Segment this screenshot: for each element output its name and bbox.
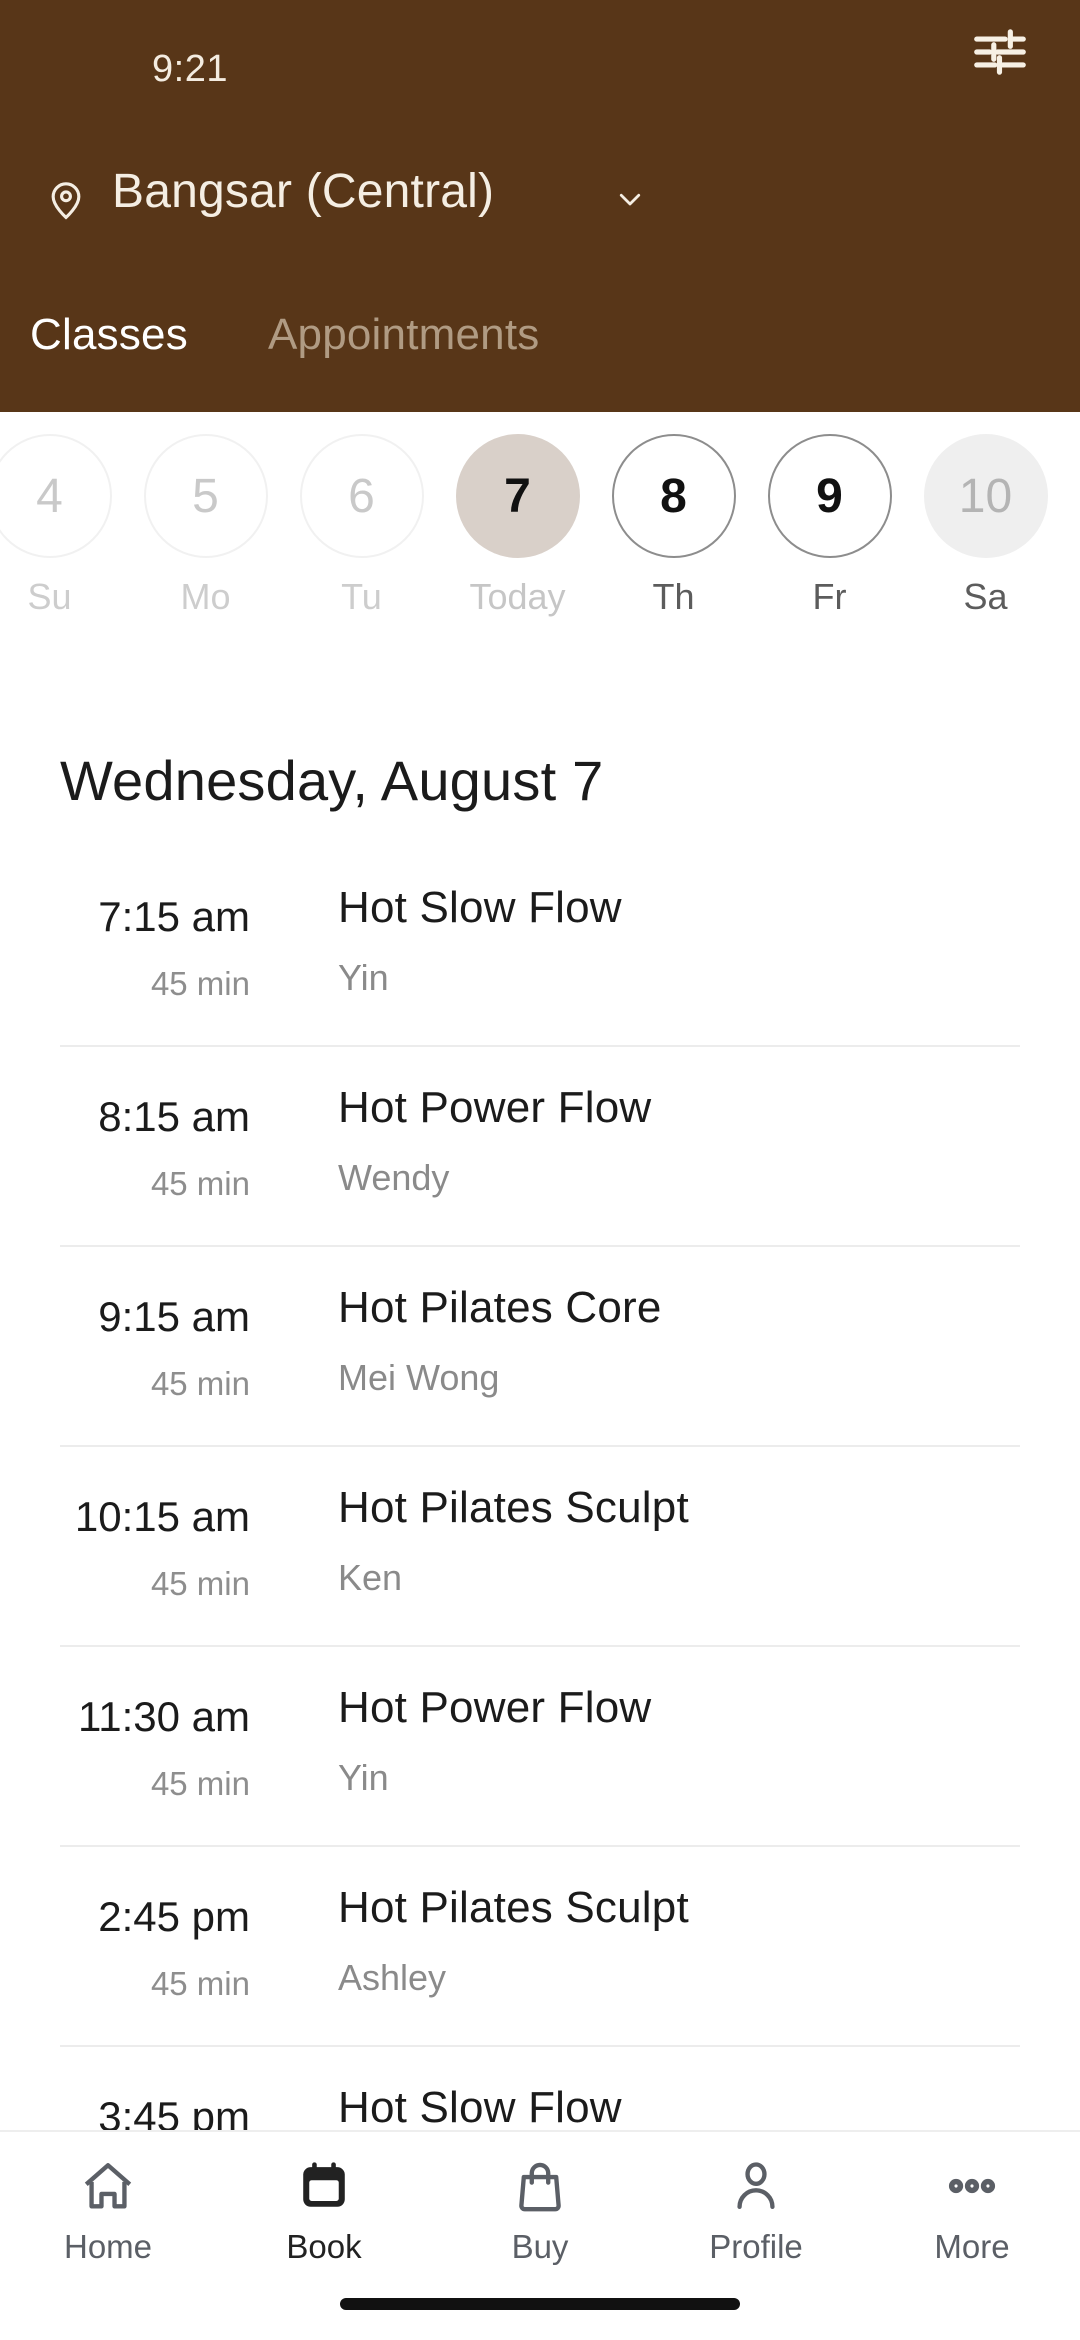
person-icon: [724, 2154, 788, 2218]
class-name: Hot Power Flow: [338, 1083, 652, 1132]
status-bar: 9:21: [0, 0, 1080, 110]
class-list[interactable]: 7:15 am 45 min Hot Slow Flow Yin 8:15 am…: [0, 845, 1080, 2130]
nav-item-buy[interactable]: Buy: [432, 2154, 648, 2284]
class-instructor: Yin: [338, 1757, 389, 1798]
nav-label: Buy: [511, 2228, 569, 2265]
nav-label: Book: [286, 2228, 362, 2265]
date-day-label: Su: [27, 576, 72, 617]
class-name: Hot Slow Flow: [338, 883, 622, 932]
class-instructor: Wendy: [338, 1157, 450, 1198]
nav-label: Home: [63, 2228, 153, 2265]
date-day-label: Mo: [180, 576, 231, 617]
location-pin-icon: [44, 172, 88, 228]
class-row[interactable]: 8:15 am 45 min Hot Power Flow Wendy: [0, 1045, 1080, 1245]
class-duration: 45 min: [150, 1165, 250, 1202]
home-indicator: [340, 2298, 740, 2310]
nav-item-home[interactable]: Home: [0, 2154, 216, 2284]
date-cell-7-today[interactable]: 7 Today: [440, 434, 595, 664]
nav-label: More: [934, 2228, 1010, 2265]
row-divider: [60, 1645, 1020, 1647]
class-duration: 45 min: [150, 1365, 250, 1402]
status-bar-time: 9:21: [152, 48, 228, 90]
nav-label: Profile: [709, 2228, 803, 2265]
date-number: 4: [0, 434, 112, 558]
class-duration: 45 min: [150, 1965, 250, 2002]
date-day-label: Fr: [812, 576, 847, 617]
row-divider: [60, 1445, 1020, 1447]
app-screen: 9:21 Bangsar (Central) Classes Appointme…: [0, 0, 1080, 2340]
row-divider: [60, 1045, 1020, 1047]
date-day-label: Th: [652, 576, 695, 617]
app-header: 9:21 Bangsar (Central) Classes Appointme…: [0, 0, 1080, 412]
class-name: Hot Pilates Sculpt: [338, 1883, 689, 1932]
date-cell-8[interactable]: 8 Th: [596, 434, 751, 664]
class-time: 9:15 am: [98, 1293, 250, 1340]
bottom-navigation: Home Book Buy Profile More: [0, 2130, 1080, 2340]
nav-item-profile[interactable]: Profile: [648, 2154, 864, 2284]
class-duration: 45 min: [150, 1565, 250, 1602]
date-strip[interactable]: 4 Su 5 Mo 6 Tu 7 Today 8 Th 9 Fr 10 Sa: [0, 412, 1080, 682]
date-day-label: Today: [469, 576, 566, 617]
date-day-label: Tu: [341, 576, 382, 617]
class-name: Hot Pilates Core: [338, 1283, 662, 1332]
calendar-icon: [292, 2154, 356, 2218]
date-cell-9[interactable]: 9 Fr: [752, 434, 907, 664]
row-divider: [60, 2045, 1020, 2047]
date-number: 5: [143, 434, 268, 558]
day-title: Wednesday, August 7: [60, 749, 604, 812]
chevron-down-icon[interactable]: [608, 184, 652, 214]
date-number: 6: [299, 434, 424, 558]
location-selector[interactable]: Bangsar (Central): [0, 150, 1080, 260]
class-name: Hot Slow Flow: [338, 2083, 622, 2130]
date-cell-4[interactable]: 4 Su: [0, 434, 127, 664]
date-cell-5[interactable]: 5 Mo: [128, 434, 283, 664]
ellipsis-icon: [940, 2154, 1004, 2218]
tab-classes[interactable]: Classes: [30, 310, 188, 360]
class-time: 7:15 am: [98, 893, 250, 940]
class-row[interactable]: 11:30 am 45 min Hot Power Flow Yin: [0, 1645, 1080, 1845]
date-number: 7: [455, 434, 580, 558]
class-time: 8:15 am: [98, 1093, 250, 1140]
date-cell-10[interactable]: 10 Sa: [908, 434, 1063, 664]
date-cell-6[interactable]: 6 Tu: [284, 434, 439, 664]
class-row[interactable]: 9:15 am 45 min Hot Pilates Core Mei Wong: [0, 1245, 1080, 1445]
class-name: Hot Pilates Sculpt: [338, 1483, 689, 1532]
home-icon: [76, 2154, 140, 2218]
filter-button[interactable]: [964, 18, 1036, 90]
class-duration: 45 min: [150, 1765, 250, 1802]
class-time: 2:45 pm: [98, 1893, 250, 1940]
date-number: 10: [923, 434, 1048, 558]
class-row[interactable]: 3:45 pm Hot Slow Flow: [0, 2045, 1080, 2130]
header-tabs: Classes Appointments: [0, 310, 1080, 400]
nav-item-book[interactable]: Book: [216, 2154, 432, 2284]
nav-item-more[interactable]: More: [864, 2154, 1080, 2284]
class-name: Hot Power Flow: [338, 1683, 652, 1732]
class-time: 3:45 pm: [98, 2093, 250, 2130]
date-number: 8: [611, 434, 736, 558]
location-name: Bangsar (Central): [112, 165, 495, 218]
tab-appointments[interactable]: Appointments: [268, 310, 539, 360]
tune-sliders-icon: [969, 21, 1031, 88]
class-instructor: Ken: [338, 1557, 403, 1598]
class-row[interactable]: 7:15 am 45 min Hot Slow Flow Yin: [0, 845, 1080, 1045]
class-row[interactable]: 2:45 pm 45 min Hot Pilates Sculpt Ashley: [0, 1845, 1080, 2045]
class-duration: 45 min: [150, 965, 250, 1002]
date-day-label: Sa: [963, 576, 1008, 617]
class-instructor: Mei Wong: [338, 1357, 500, 1398]
class-row[interactable]: 10:15 am 45 min Hot Pilates Sculpt Ken: [0, 1445, 1080, 1645]
class-instructor: Yin: [338, 957, 389, 998]
row-divider: [60, 1245, 1020, 1247]
row-divider: [60, 1845, 1020, 1847]
class-time: 10:15 am: [74, 1493, 250, 1540]
date-number: 9: [767, 434, 892, 558]
class-time: 11:30 am: [78, 1693, 250, 1740]
class-instructor: Ashley: [338, 1957, 447, 1998]
shopping-bag-icon: [508, 2154, 572, 2218]
